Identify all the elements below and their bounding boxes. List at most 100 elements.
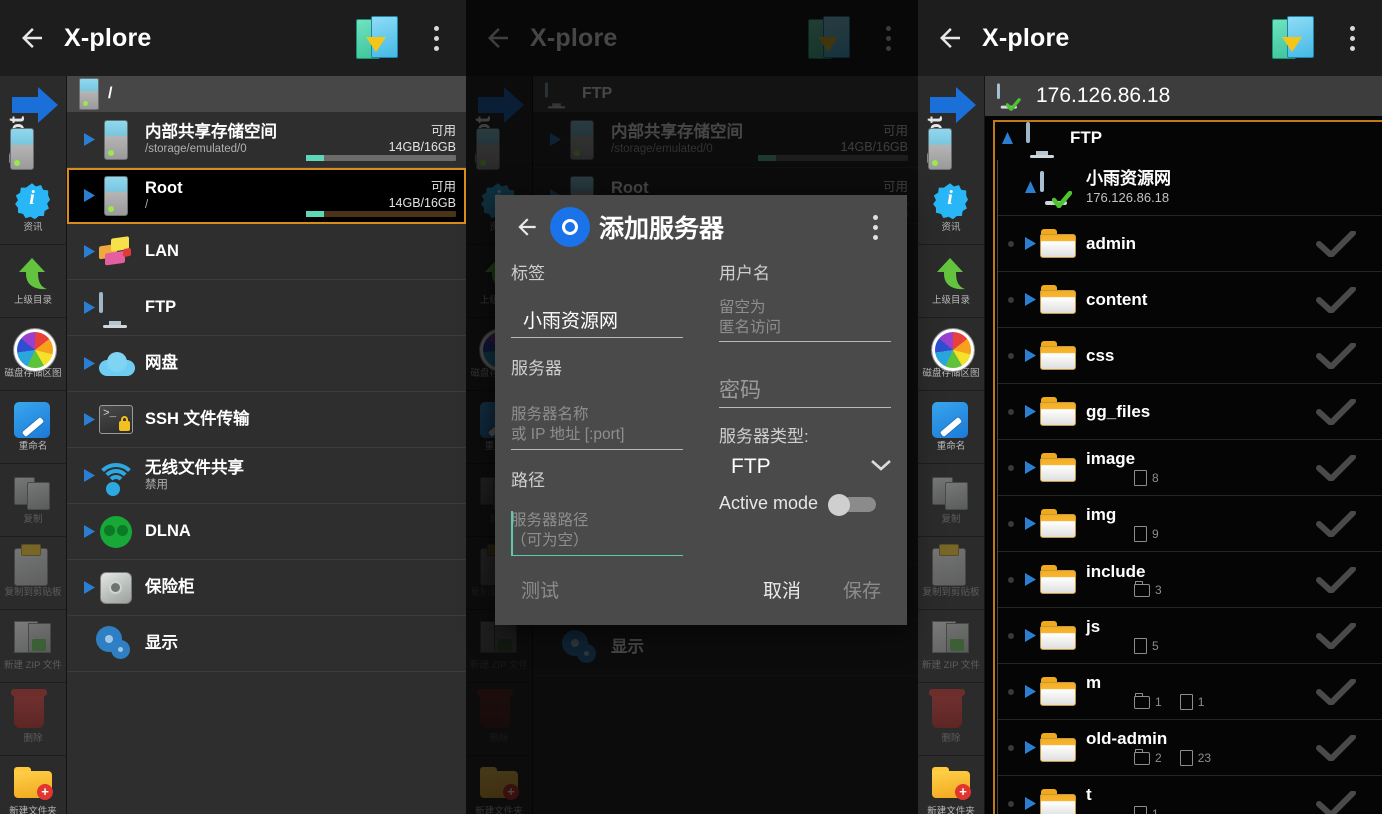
- table-row[interactable]: js 5: [998, 608, 1382, 664]
- expand-triangle-icon[interactable]: [79, 244, 99, 259]
- list-item[interactable]: 内部共享存储空间/storage/emulated/0 可用 14GB/16GB: [67, 112, 466, 168]
- expand-triangle-icon[interactable]: [1020, 684, 1040, 699]
- check-icon[interactable]: [1316, 510, 1356, 537]
- rail-item-7[interactable]: 删除: [918, 683, 984, 756]
- rail-item-2[interactable]: 磁盘存储区图: [0, 318, 66, 391]
- overflow-menu-icon[interactable]: [866, 0, 910, 76]
- list-item[interactable]: 保险柜: [67, 560, 466, 616]
- copy-paste-icon[interactable]: [806, 15, 852, 61]
- tree-node-server[interactable]: 小雨资源网 176.126.86.18: [998, 160, 1382, 216]
- list-item[interactable]: 网盘: [67, 336, 466, 392]
- check-icon[interactable]: [1316, 398, 1356, 425]
- rail-item-7[interactable]: 删除: [0, 683, 66, 756]
- check-icon[interactable]: [1316, 342, 1356, 369]
- expand-triangle-icon[interactable]: [79, 412, 99, 427]
- list-item[interactable]: LAN: [67, 224, 466, 280]
- path-input[interactable]: 服务器路径 （可为空）: [511, 511, 683, 552]
- back-arrow-icon[interactable]: [0, 0, 64, 76]
- check-icon[interactable]: [1316, 678, 1356, 705]
- check-icon[interactable]: [1316, 566, 1356, 593]
- list-item[interactable]: 显示: [67, 616, 466, 672]
- expand-triangle-icon[interactable]: [79, 356, 99, 371]
- rail-item-2[interactable]: 磁盘存储区图: [918, 318, 984, 391]
- server-type-select[interactable]: FTP: [719, 455, 891, 479]
- table-row[interactable]: m11: [998, 664, 1382, 720]
- rail-item-0[interactable]: 资讯: [918, 172, 984, 245]
- table-row[interactable]: css: [998, 328, 1382, 384]
- list-item[interactable]: Root/可用14GB/16GB: [67, 168, 466, 224]
- rail-item-8[interactable]: + 新建文件夹: [918, 756, 984, 814]
- rail-item-8[interactable]: + 新建文件夹: [466, 756, 532, 814]
- active-mode-toggle-row[interactable]: Active mode: [719, 493, 891, 516]
- rail-item-5[interactable]: 复制到剪贴板: [918, 537, 984, 610]
- rail-item-1[interactable]: 上级目录: [0, 245, 66, 318]
- chevron-down-icon[interactable]: [871, 458, 891, 476]
- table-row[interactable]: admin: [998, 216, 1382, 272]
- expand-triangle-icon[interactable]: [79, 524, 99, 539]
- expand-triangle-icon[interactable]: [79, 580, 99, 595]
- expand-triangle-icon[interactable]: [1020, 740, 1040, 755]
- expand-triangle-icon[interactable]: [1020, 348, 1040, 363]
- rail-item-1[interactable]: 上级目录: [918, 245, 984, 318]
- collapse-triangle-icon[interactable]: [1020, 180, 1040, 195]
- breadcrumb[interactable]: 176.126.86.18: [985, 76, 1382, 116]
- expand-triangle-icon[interactable]: [79, 188, 99, 203]
- breadcrumb[interactable]: /: [67, 76, 466, 112]
- overflow-menu-icon[interactable]: [853, 195, 897, 259]
- rail-item-8[interactable]: + 新建文件夹: [0, 756, 66, 814]
- expand-triangle-icon[interactable]: [1020, 628, 1040, 643]
- overflow-menu-icon[interactable]: [1330, 0, 1374, 76]
- rail-item-6[interactable]: 新建 ZIP 文件: [918, 610, 984, 683]
- list-item[interactable]: FTP: [67, 280, 466, 336]
- rail-item-6[interactable]: 新建 ZIP 文件: [0, 610, 66, 683]
- rail-item-5[interactable]: 复制到剪贴板: [0, 537, 66, 610]
- expand-triangle-icon[interactable]: [1020, 236, 1040, 251]
- check-icon[interactable]: [1316, 622, 1356, 649]
- expand-triangle-icon[interactable]: [1020, 404, 1040, 419]
- expand-triangle-icon[interactable]: [79, 132, 99, 147]
- list-item[interactable]: 内部共享存储空间/storage/emulated/0 可用 14GB/16GB: [533, 112, 918, 168]
- expand-triangle-icon[interactable]: [545, 132, 565, 147]
- check-icon[interactable]: [1316, 286, 1356, 313]
- active-mode-toggle[interactable]: [828, 493, 877, 516]
- table-row[interactable]: content: [998, 272, 1382, 328]
- rail-item-3[interactable]: 重命名: [0, 391, 66, 464]
- overflow-menu-icon[interactable]: [414, 0, 458, 76]
- rail-item-4[interactable]: 复制: [0, 464, 66, 537]
- label-input[interactable]: 小雨资源网: [523, 311, 618, 332]
- list-item[interactable]: DLNA: [67, 504, 466, 560]
- check-icon[interactable]: [1316, 790, 1356, 814]
- cancel-button[interactable]: 取消: [763, 576, 801, 603]
- back-arrow-icon[interactable]: [466, 0, 530, 76]
- list-item[interactable]: 显示: [533, 620, 918, 676]
- list-item[interactable]: SSH 文件传输: [67, 392, 466, 448]
- save-button[interactable]: 保存: [843, 576, 881, 603]
- test-button[interactable]: 测试: [521, 576, 559, 603]
- expand-triangle-icon[interactable]: [1020, 460, 1040, 475]
- expand-triangle-icon[interactable]: [1020, 796, 1040, 811]
- list-item[interactable]: 无线文件共享 禁用: [67, 448, 466, 504]
- table-row[interactable]: img 9: [998, 496, 1382, 552]
- password-input[interactable]: 密码: [719, 374, 891, 404]
- check-icon[interactable]: [1316, 230, 1356, 257]
- username-input[interactable]: 留空为 匿名访问: [719, 298, 891, 338]
- table-row[interactable]: gg_files: [998, 384, 1382, 440]
- rail-item-3[interactable]: 重命名: [918, 391, 984, 464]
- check-icon[interactable]: [1316, 454, 1356, 481]
- back-arrow-icon[interactable]: [501, 214, 553, 240]
- table-row[interactable]: t1: [998, 776, 1382, 814]
- rail-item-0[interactable]: 资讯: [0, 172, 66, 245]
- rail-item-4[interactable]: 复制: [918, 464, 984, 537]
- check-icon[interactable]: [1316, 734, 1356, 761]
- breadcrumb[interactable]: FTP: [533, 76, 918, 112]
- back-arrow-icon[interactable]: [918, 0, 982, 76]
- rail-item-7[interactable]: 删除: [466, 683, 532, 756]
- table-row[interactable]: old-admin 2 23: [998, 720, 1382, 776]
- table-row[interactable]: include 3: [998, 552, 1382, 608]
- expand-triangle-icon[interactable]: [1020, 572, 1040, 587]
- table-row[interactable]: image 8: [998, 440, 1382, 496]
- copy-paste-icon[interactable]: [354, 15, 400, 61]
- server-input[interactable]: 服务器名称 或 IP 地址 [:port]: [511, 405, 683, 446]
- expand-triangle-icon[interactable]: [1020, 516, 1040, 531]
- copy-paste-icon[interactable]: [1270, 15, 1316, 61]
